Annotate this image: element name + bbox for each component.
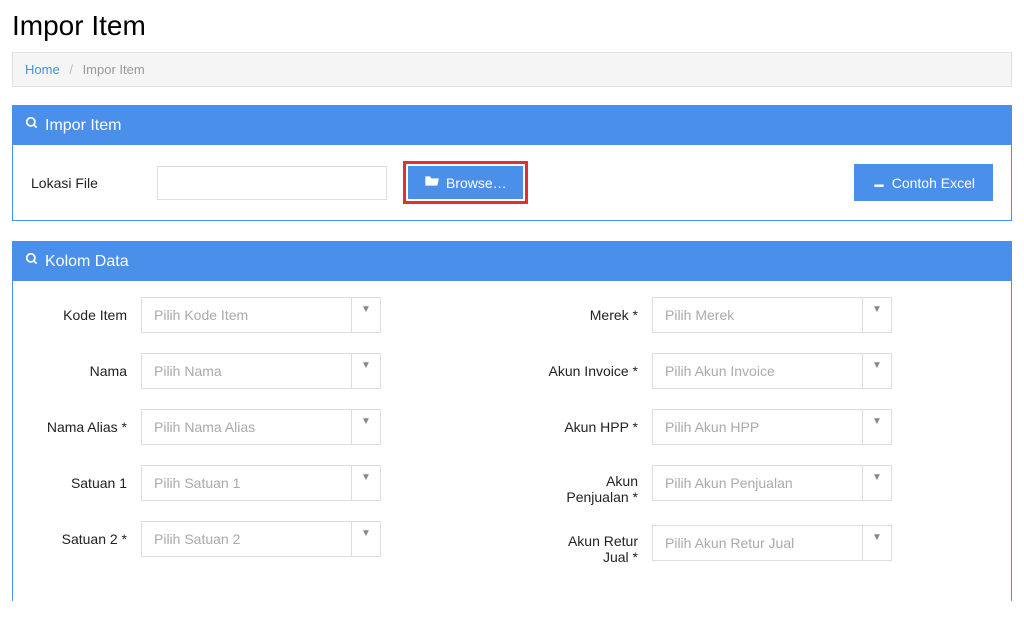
select-placeholder: Pilih Akun Penjualan: [653, 466, 863, 500]
field-kode-item: Kode Item Pilih Kode Item ▼: [31, 297, 482, 333]
field-akun-penjualan: Akun Penjualan * Pilih Akun Penjualan ▼: [542, 465, 993, 505]
chevron-down-icon: ▼: [863, 466, 891, 500]
select-placeholder: Pilih Akun HPP: [653, 410, 863, 444]
search-icon: [25, 116, 39, 135]
field-label: Satuan 1: [31, 475, 141, 491]
data-column-panel-title: Kolom Data: [45, 253, 129, 271]
field-label: Kode Item: [31, 307, 141, 323]
select-akun-penjualan[interactable]: Pilih Akun Penjualan ▼: [652, 465, 892, 501]
field-label: Nama: [31, 363, 141, 379]
select-placeholder: Pilih Kode Item: [142, 298, 352, 332]
file-location-input[interactable]: [157, 166, 387, 200]
select-placeholder: Pilih Merek: [653, 298, 863, 332]
import-file-panel: Impor Item Lokasi File Browse…: [12, 105, 1012, 221]
chevron-down-icon: ▼: [352, 410, 380, 444]
select-nama-alias[interactable]: Pilih Nama Alias ▼: [141, 409, 381, 445]
data-column-panel: Kolom Data Kode Item Pilih Kode Item ▼ N…: [12, 241, 1012, 601]
chevron-down-icon: ▼: [352, 466, 380, 500]
browse-highlight: Browse…: [403, 161, 528, 204]
breadcrumb-home-link[interactable]: Home: [25, 62, 60, 77]
field-akun-invoice: Akun Invoice * Pilih Akun Invoice ▼: [542, 353, 993, 389]
right-column: Merek * Pilih Merek ▼ Akun Invoice * Pil…: [542, 297, 993, 585]
select-satuan-1[interactable]: Pilih Satuan 1 ▼: [141, 465, 381, 501]
field-label: Akun Invoice *: [542, 363, 652, 379]
select-placeholder: Pilih Nama: [142, 354, 352, 388]
field-nama-alias: Nama Alias * Pilih Nama Alias ▼: [31, 409, 482, 445]
file-location-label: Lokasi File: [31, 175, 141, 191]
select-akun-retur-jual[interactable]: Pilih Akun Retur Jual ▼: [652, 525, 892, 561]
breadcrumb-current: Impor Item: [83, 62, 145, 77]
search-icon: [25, 252, 39, 271]
sample-excel-button[interactable]: Contoh Excel: [854, 164, 993, 201]
select-merek[interactable]: Pilih Merek ▼: [652, 297, 892, 333]
browse-button[interactable]: Browse…: [408, 166, 523, 199]
folder-open-icon: [424, 174, 440, 191]
browse-button-label: Browse…: [446, 175, 507, 191]
field-akun-hpp: Akun HPP * Pilih Akun HPP ▼: [542, 409, 993, 445]
page-title: Impor Item: [12, 10, 1012, 42]
chevron-down-icon: ▼: [352, 522, 380, 556]
select-placeholder: Pilih Akun Invoice: [653, 354, 863, 388]
breadcrumb-separator: /: [69, 62, 73, 77]
field-merek: Merek * Pilih Merek ▼: [542, 297, 993, 333]
chevron-down-icon: ▼: [863, 298, 891, 332]
select-placeholder: Pilih Akun Retur Jual: [653, 526, 863, 560]
chevron-down-icon: ▼: [352, 298, 380, 332]
breadcrumb: Home / Impor Item: [12, 52, 1012, 87]
select-akun-hpp[interactable]: Pilih Akun HPP ▼: [652, 409, 892, 445]
field-label: Akun Penjualan *: [542, 465, 652, 505]
sample-excel-button-label: Contoh Excel: [892, 175, 975, 191]
field-satuan-2: Satuan 2 * Pilih Satuan 2 ▼: [31, 521, 482, 557]
field-label: Akun HPP *: [542, 419, 652, 435]
chevron-down-icon: ▼: [352, 354, 380, 388]
select-placeholder: Pilih Nama Alias: [142, 410, 352, 444]
field-nama: Nama Pilih Nama ▼: [31, 353, 482, 389]
field-satuan-1: Satuan 1 Pilih Satuan 1 ▼: [31, 465, 482, 501]
data-column-panel-header: Kolom Data: [13, 242, 1011, 281]
chevron-down-icon: ▼: [863, 526, 891, 560]
field-label: Akun Retur Jual *: [542, 525, 652, 565]
left-column: Kode Item Pilih Kode Item ▼ Nama Pilih N…: [31, 297, 482, 585]
select-placeholder: Pilih Satuan 1: [142, 466, 352, 500]
import-file-panel-title: Impor Item: [45, 117, 121, 135]
select-kode-item[interactable]: Pilih Kode Item ▼: [141, 297, 381, 333]
download-icon: [872, 174, 886, 191]
chevron-down-icon: ▼: [863, 354, 891, 388]
field-label: Merek *: [542, 307, 652, 323]
select-nama[interactable]: Pilih Nama ▼: [141, 353, 381, 389]
select-placeholder: Pilih Satuan 2: [142, 522, 352, 556]
select-akun-invoice[interactable]: Pilih Akun Invoice ▼: [652, 353, 892, 389]
chevron-down-icon: ▼: [863, 410, 891, 444]
field-label: Nama Alias *: [31, 419, 141, 435]
select-satuan-2[interactable]: Pilih Satuan 2 ▼: [141, 521, 381, 557]
field-akun-retur-jual: Akun Retur Jual * Pilih Akun Retur Jual …: [542, 525, 993, 565]
field-label: Satuan 2 *: [31, 531, 141, 547]
import-file-panel-header: Impor Item: [13, 106, 1011, 145]
